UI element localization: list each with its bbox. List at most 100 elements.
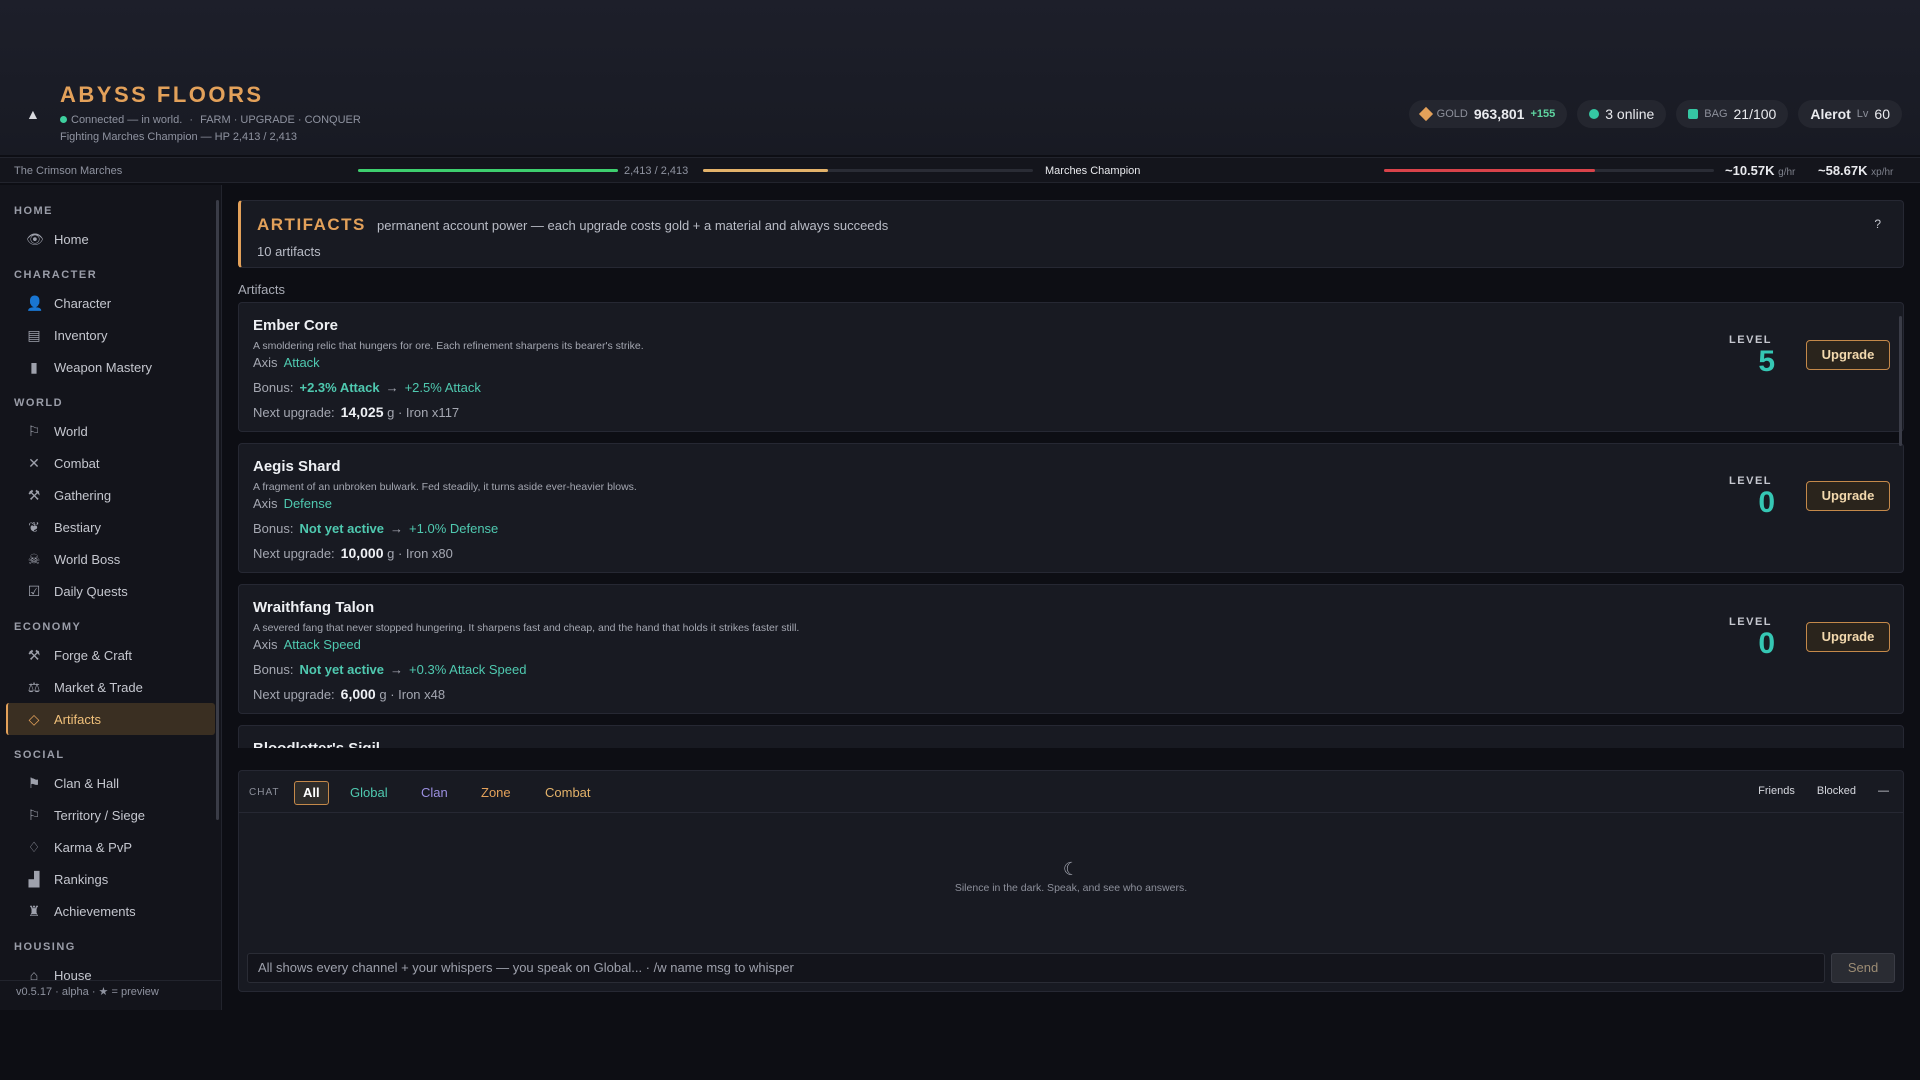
sidebar-section-world: WORLD (14, 397, 64, 409)
gold-unit: g (387, 405, 395, 420)
friends-button[interactable]: Friends (1758, 785, 1795, 797)
arrow-right-icon: → (390, 521, 404, 536)
sidebar-item-label: Market & Trade (54, 679, 143, 695)
player-hp-text: 2,413 / 2,413 (624, 165, 689, 177)
upgrade-material: Iron x48 (398, 687, 446, 702)
sidebar-item-rankings[interactable]: ▟ Rankings (6, 863, 215, 895)
sidebar-item-karma-pvp[interactable]: ♢ Karma & PvP (6, 831, 215, 863)
sidebar-item-daily-quests[interactable]: ☑ Daily Quests (6, 575, 215, 607)
player-chip[interactable]: Alerot Lv 60 (1798, 100, 1902, 128)
online-dot-icon (1589, 109, 1600, 119)
artifact-card: Bloodletter's Sigil (238, 725, 1904, 748)
scales-icon: ⚖ (27, 678, 41, 695)
sidebar-item-world[interactable]: ⚐ World (6, 415, 215, 447)
upgrade-material: Iron x80 (405, 546, 453, 561)
help-button[interactable]: ? (1874, 217, 1881, 231)
minimize-chat-button[interactable]: — (1878, 785, 1889, 797)
bag-chip[interactable]: BAG 21/100 (1676, 100, 1789, 128)
arrow-right-icon: → (385, 380, 399, 395)
sidebar-item-inventory[interactable]: ▤ Inventory (6, 319, 215, 351)
artifact-card: Aegis Shard A fragment of an unbroken bu… (238, 443, 1904, 573)
book-icon: ▮ (30, 358, 38, 375)
sidebar-item-achievements[interactable]: ♜ Achievements (6, 895, 215, 927)
collapse-triangle-icon[interactable]: ▲ (26, 106, 40, 122)
sidebar-item-territory-siege[interactable]: ⚐ Territory / Siege (6, 799, 215, 831)
send-button[interactable]: Send (1831, 953, 1895, 983)
sidebar-item-label: Forge & Craft (54, 647, 133, 663)
connection-status: Connected — in world. · FARM · UPGRADE ·… (60, 114, 361, 126)
status-dot-icon (60, 116, 67, 123)
artifact-bonus: Bonus: Not yet active → +1.0% Defense (253, 521, 498, 536)
upgrade-cost: 6,000 (340, 686, 376, 702)
player-level: 60 (1874, 106, 1890, 122)
sidebar-item-weapon-mastery[interactable]: ▮ Weapon Mastery (6, 351, 215, 383)
next-upgrade-label: Next upgrade: (253, 546, 335, 561)
upgrade-cost: 14,025 (340, 404, 384, 420)
sidebar-item-label: Artifacts (54, 711, 101, 727)
artifact-axis: Axis Defense (253, 496, 332, 511)
sidebar-item-combat[interactable]: ✕ Combat (6, 447, 215, 479)
chat-tab-combat[interactable]: Combat (537, 781, 599, 805)
chat-tab-zone[interactable]: Zone (473, 781, 519, 805)
bonus-current: +2.3% Attack (299, 380, 380, 395)
sidebar-item-home[interactable]: 👁 Home (6, 223, 215, 255)
artifact-next-upgrade: Next upgrade: 14,025 g · Iron x117 (253, 404, 460, 420)
chat-tabs: CHAT All Global Clan Zone Combat Friends… (239, 771, 1903, 813)
chat-empty-text: Silence in the dark. Speak, and see who … (954, 882, 1188, 894)
sidebar-item-gathering[interactable]: ⚒ Gathering (6, 479, 215, 511)
chat-tab-clan[interactable]: Clan (413, 781, 456, 805)
sidebar-section-housing: HOUSING (14, 941, 76, 953)
chat-tab-global[interactable]: Global (342, 781, 396, 805)
sidebar-section-economy: ECONOMY (14, 621, 82, 633)
artifact-count: 10 artifacts (257, 244, 321, 259)
artifact-axis: Axis Attack Speed (253, 637, 361, 652)
zone-name: The Crimson Marches (14, 165, 123, 177)
sidebar-item-bestiary[interactable]: ❦ Bestiary (6, 511, 215, 543)
sidebar-item-world-boss[interactable]: ☠ World Boss (6, 543, 215, 575)
upgrade-material: Iron x117 (405, 405, 460, 420)
gold-chip[interactable]: GOLD 963,801 +155 (1408, 100, 1568, 128)
eye-icon: 👁 (26, 230, 44, 247)
top-bar: ▲ ABYSS FLOORS Connected — in world. · F… (0, 0, 1920, 155)
chat-input[interactable]: All shows every channel + your whispers … (247, 953, 1825, 983)
list-scrollbar[interactable] (1899, 316, 1902, 446)
online-chip[interactable]: 3 online (1577, 100, 1667, 128)
bonus-label: Bonus: (253, 662, 294, 677)
gold-unit: g (379, 687, 387, 702)
artifact-next-upgrade: Next upgrade: 10,000 g · Iron x80 (253, 545, 453, 561)
sidebar-nav: HOME 👁 Home CHARACTER 👤 Character ▤ Inventory ▮ W… (0, 185, 221, 991)
podium-icon: ▟ (28, 870, 40, 887)
sidebar-item-character[interactable]: 👤 Character (6, 287, 215, 319)
drop-icon: ♢ (27, 838, 41, 855)
gold-value: 963,801 (1473, 106, 1525, 122)
sidebar-item-forge-craft[interactable]: ⚒ Forge & Craft (6, 639, 215, 671)
sidebar-item-label: Territory / Siege (54, 807, 146, 823)
blocked-button[interactable]: Blocked (1817, 785, 1856, 797)
artifact-next-upgrade: Next upgrade: 6,000 g · Iron x48 (253, 686, 446, 702)
upgrade-cost: 10,000 (340, 545, 384, 561)
chat-tab-all[interactable]: All (294, 781, 329, 805)
level-value: 5 (1758, 345, 1775, 378)
xp-rate: ~58.67K xp/hr (1818, 163, 1894, 178)
bag-label: BAG (1704, 108, 1728, 120)
sidebar-item-clan-hall[interactable]: ⚑ Clan & Hall (6, 767, 215, 799)
upgrade-button[interactable]: Upgrade (1806, 622, 1890, 652)
sidebar-item-label: Combat (54, 455, 100, 471)
sidebar-item-artifacts[interactable]: ◇ Artifacts (6, 703, 215, 735)
upgrade-button[interactable]: Upgrade (1806, 481, 1890, 511)
sidebar-item-label: Weapon Mastery (54, 359, 153, 375)
upgrade-button[interactable]: Upgrade (1806, 340, 1890, 370)
sidebar-scrollbar[interactable] (216, 200, 219, 820)
artifact-bonus: Bonus: +2.3% Attack → +2.5% Attack (253, 380, 481, 395)
sidebar-section-character: CHARACTER (14, 269, 98, 281)
chest-icon: ▤ (27, 326, 41, 343)
level-value: 0 (1758, 627, 1775, 660)
axis-label: Axis (253, 496, 278, 511)
chat-empty-state: ☾ Silence in the dark. Speak, and see wh… (239, 859, 1903, 894)
bonus-next: +2.5% Attack (404, 380, 481, 395)
sidebar-item-market-trade[interactable]: ⚖ Market & Trade (6, 671, 215, 703)
sidebar-section-home: HOME (14, 205, 53, 217)
bonus-current: Not yet active (299, 521, 385, 536)
artifact-name: Ember Core (253, 317, 339, 334)
top-chips: GOLD 963,801 +155 3 online BAG 21/100 Al… (1408, 100, 1902, 128)
